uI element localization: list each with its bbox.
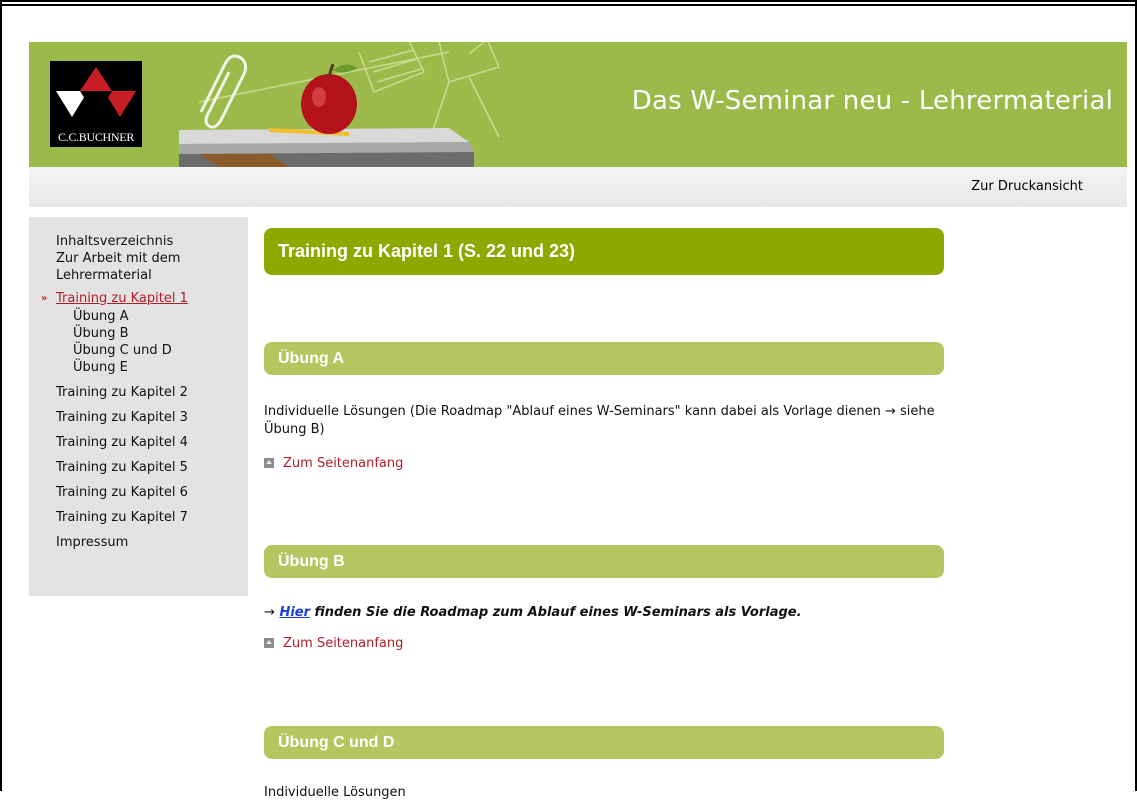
back-to-top-link[interactable]: Zum Seitenanfang <box>264 456 403 471</box>
section-text-uebung-c-d: Individuelle Lösungen <box>264 785 406 800</box>
apple-icon <box>301 63 357 134</box>
sidebar-subitem-uebung-e[interactable]: Übung E <box>29 359 248 376</box>
active-marker-icon: » <box>41 293 48 304</box>
back-to-top-link[interactable]: Zum Seitenanfang <box>264 636 403 651</box>
page-title: Das W-Seminar neu - Lehrermaterial <box>631 86 1113 116</box>
section-text-uebung-b: → Hier finden Sie die Roadmap zum Ablauf… <box>264 604 954 622</box>
sidebar-item-inhaltsverzeichnis[interactable]: Inhaltsverzeichnis <box>29 233 248 250</box>
sidebar-item-kapitel-6[interactable]: Training zu Kapitel 6 <box>29 484 248 501</box>
roadmap-link[interactable]: Hier <box>279 605 310 620</box>
print-view-link[interactable]: Zur Druckansicht <box>971 179 1083 194</box>
sidebar-item-kapitel-5[interactable]: Training zu Kapitel 5 <box>29 459 248 476</box>
sidebar-subitem-uebung-b[interactable]: Übung B <box>29 325 248 342</box>
main-heading: Training zu Kapitel 1 (S. 22 und 23) <box>264 228 944 275</box>
logo-text: C.C.BUCHNER <box>57 130 135 144</box>
top-arrow-icon <box>264 458 274 468</box>
sidebar-item-label: Training zu Kapitel 1 <box>56 291 188 306</box>
sidebar-item-kapitel-3[interactable]: Training zu Kapitel 3 <box>29 409 248 426</box>
toolbar: Zur Druckansicht <box>29 167 1127 207</box>
sidebar-item-kapitel-2[interactable]: Training zu Kapitel 2 <box>29 384 248 401</box>
header-banner: C.C.BUCHNER Das W-Seminar neu - Lehrerma… <box>29 42 1127 167</box>
sidebar-item-impressum[interactable]: Impressum <box>29 534 248 551</box>
section-heading-uebung-b: Übung B <box>264 545 944 578</box>
sidebar-item-kapitel-4[interactable]: Training zu Kapitel 4 <box>29 434 248 451</box>
section-heading-uebung-c-d: Übung C und D <box>264 726 944 759</box>
sidebar: Inhaltsverzeichnis Zur Arbeit mit dem Le… <box>29 217 248 596</box>
window-frame-top <box>0 0 1137 6</box>
sidebar-item-kapitel-1[interactable]: » Training zu Kapitel 1 <box>29 290 248 307</box>
roadmap-link-description: finden Sie die Roadmap zum Ablauf eines … <box>310 605 802 620</box>
arrow-symbol: → <box>264 605 275 620</box>
section-text-uebung-a: Individuelle Lösungen (Die Roadmap "Abla… <box>264 404 935 437</box>
back-to-top-label: Zum Seitenanfang <box>283 636 404 651</box>
sidebar-item-kapitel-7[interactable]: Training zu Kapitel 7 <box>29 509 248 526</box>
back-to-top-label: Zum Seitenanfang <box>283 456 404 471</box>
paperclip-icon <box>199 54 248 129</box>
logo-triangles-icon <box>56 67 136 117</box>
sidebar-subitem-uebung-c-d[interactable]: Übung C und D <box>29 342 248 359</box>
publisher-logo[interactable]: C.C.BUCHNER <box>50 61 142 147</box>
window-frame-left <box>0 0 2 791</box>
sidebar-subitem-uebung-a[interactable]: Übung A <box>29 308 248 325</box>
sidebar-item-arbeit[interactable]: Zur Arbeit mit dem Lehrermaterial <box>29 250 206 284</box>
section-heading-uebung-a: Übung A <box>264 342 944 375</box>
top-arrow-icon <box>264 638 274 648</box>
